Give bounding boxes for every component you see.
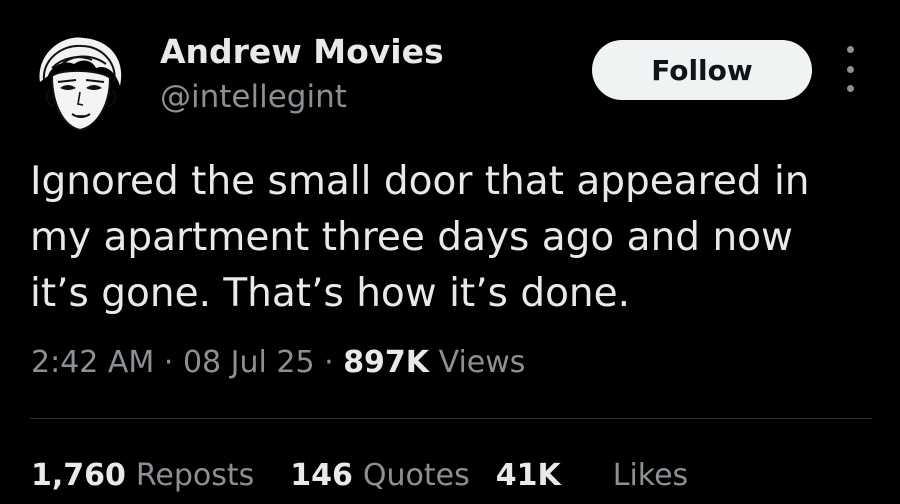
divider [30, 418, 872, 419]
more-options-button[interactable] [838, 46, 862, 92]
tweet-text-line: my apartment three days ago and now [30, 215, 793, 260]
meta-separator: · [163, 345, 183, 380]
follow-button[interactable]: Follow [592, 40, 812, 100]
reposts-count: 1,760 [31, 458, 126, 493]
tweet-meta: 2:42 AM · 08 Jul 25 · 897K Views [31, 345, 525, 380]
more-vertical-dots-icon [846, 65, 854, 73]
likes-link[interactable]: 41K Likes [496, 458, 688, 493]
author-display-name[interactable]: Andrew Movies [160, 32, 444, 71]
tweet-text-line: Ignored the small door that appeared in [30, 159, 810, 204]
engagement-stats: 1,760 Reposts 146 Quotes 41K Likes [31, 458, 688, 493]
avatar-illustrated-face-icon [39, 37, 122, 132]
quotes-label: Quotes [362, 458, 470, 493]
tweet-card: Andrew Movies @intellegint Follow Ignore… [0, 0, 900, 504]
tweet-time[interactable]: 2:42 AM [31, 345, 154, 380]
quotes-link[interactable]: 146 Quotes [290, 458, 469, 493]
tweet-text: Ignored the small door that appeared in … [30, 154, 880, 322]
likes-label: Likes [612, 458, 689, 493]
tweet-text-line: it’s gone. That’s how it’s done. [30, 271, 631, 316]
more-vertical-dots-icon [846, 46, 854, 53]
tweet-date[interactable]: 08 Jul 25 [183, 345, 315, 380]
views-count: 897K [343, 345, 430, 380]
author-handle[interactable]: @intellegint [160, 79, 347, 115]
avatar[interactable] [22, 24, 140, 142]
more-vertical-dots-icon [846, 85, 854, 92]
meta-separator: · [324, 345, 344, 380]
reposts-link[interactable]: 1,760 Reposts [31, 458, 254, 493]
quotes-count: 146 [290, 458, 353, 493]
reposts-label: Reposts [135, 458, 255, 493]
likes-count: 41K [495, 458, 561, 493]
views-label: Views [429, 345, 526, 380]
